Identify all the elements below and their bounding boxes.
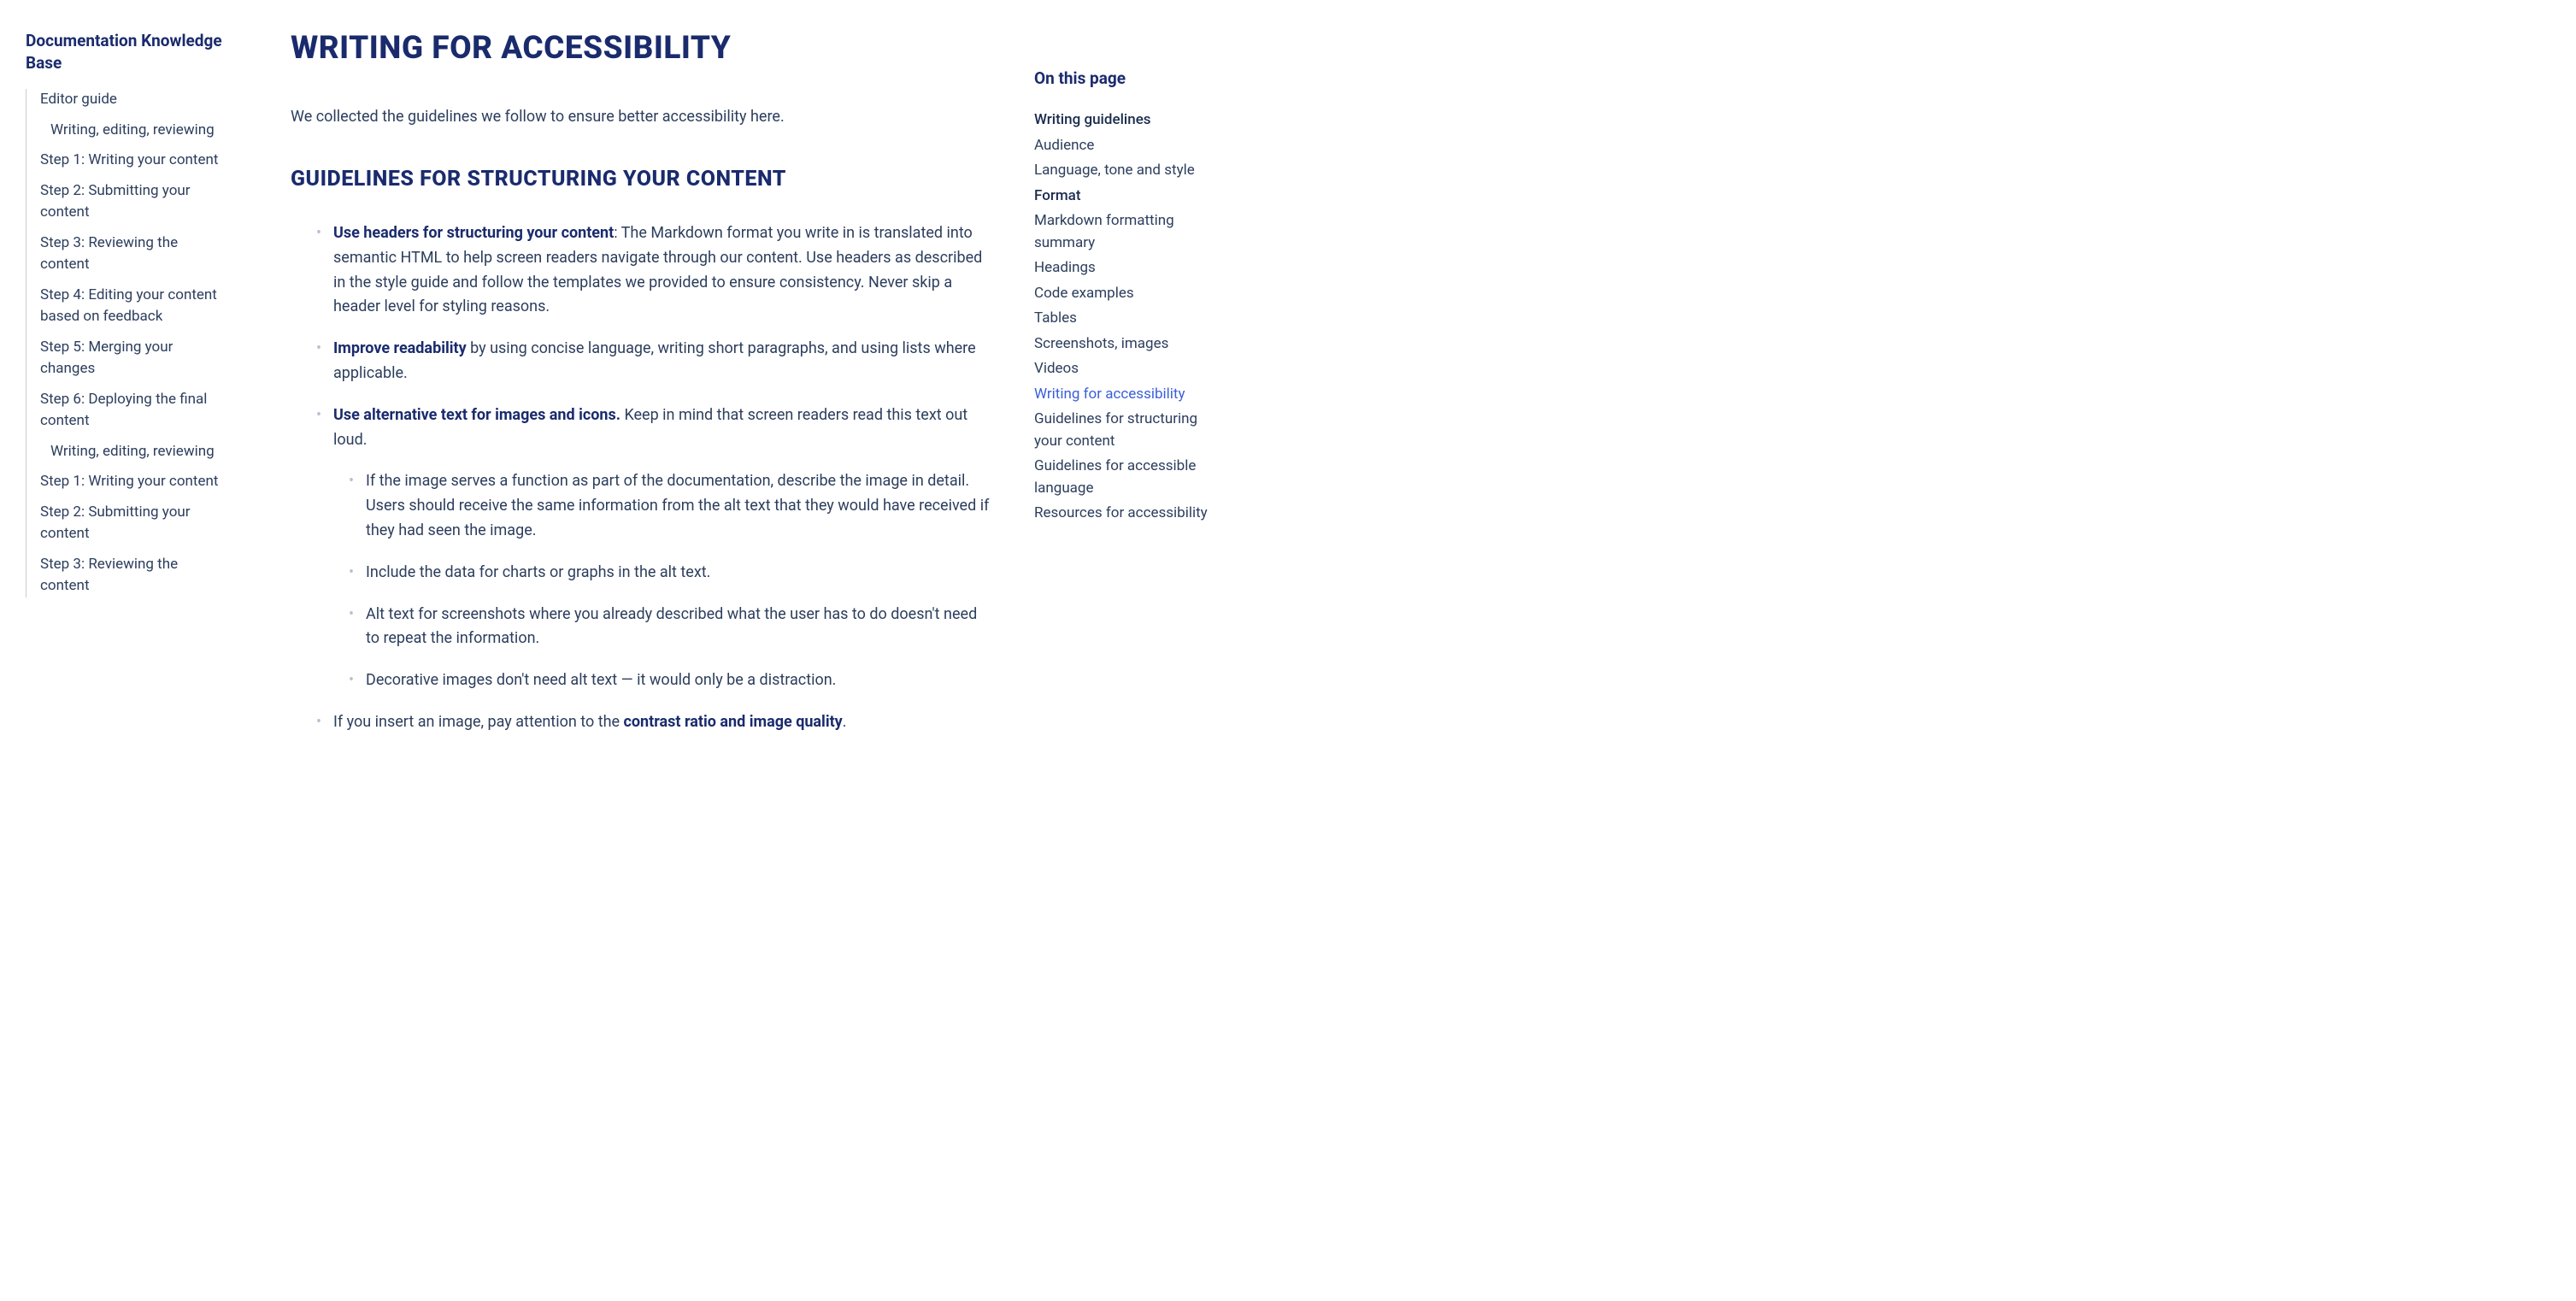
nav-item[interactable]: Step 2: Submitting your content [40,502,222,545]
nav-item[interactable]: Step 5: Merging your changes [40,337,222,380]
main-content: WRITING FOR ACCESSIBILITY We collected t… [239,0,1026,1301]
toc-item[interactable]: Format [1034,185,1222,208]
toc-item[interactable]: Code examples [1034,283,1222,305]
toc-list: Writing guidelines Audience Language, to… [1034,109,1222,525]
toc-title: On this page [1034,68,1222,88]
toc-item-active[interactable]: Writing for accessibility [1034,384,1222,406]
toc-item[interactable]: Videos [1034,358,1222,380]
toc-item[interactable]: Writing guidelines [1034,109,1222,132]
list-item: Use alternative text for images and icon… [316,403,991,693]
list-item: Use headers for structuring your content… [316,221,991,320]
list-item-text: If you insert an image, pay attention to… [333,713,624,731]
sub-list-item: If the image serves a function as part o… [349,469,991,543]
toc-item[interactable]: Screenshots, images [1034,333,1222,356]
list-item-bold: Use headers for structuring your content [333,224,614,242]
toc-item[interactable]: Guidelines for accessible language [1034,456,1222,499]
guideline-list: Use headers for structuring your content… [291,221,991,735]
page-title: WRITING FOR ACCESSIBILITY [291,30,991,67]
nav-item[interactable]: Step 1: Writing your content [40,471,222,493]
sub-list: If the image serves a function as part o… [333,469,991,693]
nav-item[interactable]: Writing, editing, reviewing [40,441,222,463]
toc-item[interactable]: Headings [1034,257,1222,280]
nav-item[interactable]: Step 3: Reviewing the content [40,233,222,276]
list-item-bold: contrast ratio and image quality [624,713,843,731]
sub-list-item: Include the data for charts or graphs in… [349,561,991,586]
nav-item[interactable]: Writing, editing, reviewing [40,120,222,142]
sidebar-title: Documentation Knowledge Base [26,30,222,74]
toc-item[interactable]: Guidelines for structuring your content [1034,409,1222,452]
sub-list-item: Decorative images don't need alt text — … [349,668,991,693]
toc-item[interactable]: Audience [1034,135,1222,157]
left-sidebar: Documentation Knowledge Base Editor guid… [0,0,239,1301]
nav-item[interactable]: Step 2: Submitting your content [40,180,222,224]
right-sidebar: On this page Writing guidelines Audience… [1026,0,1248,1301]
sub-list-item: Alt text for screenshots where you alrea… [349,603,991,652]
list-item-bold: Improve readability [333,339,467,357]
list-item-bold: Use alternative text for images and icon… [333,406,620,424]
nav-item[interactable]: Step 3: Reviewing the content [40,554,222,598]
section-heading: GUIDELINES FOR STRUCTURING YOUR CONTENT [291,167,991,191]
list-item: Improve readability by using concise lan… [316,337,991,386]
toc-item[interactable]: Resources for accessibility [1034,503,1222,525]
list-item: If you insert an image, pay attention to… [316,710,991,735]
nav-list: Editor guide Writing, editing, reviewing… [26,89,222,598]
nav-item[interactable]: Editor guide [40,89,222,111]
nav-item[interactable]: Step 4: Editing your content based on fe… [40,285,222,328]
nav-item[interactable]: Step 1: Writing your content [40,150,222,172]
intro-text: We collected the guidelines we follow to… [291,105,991,128]
list-item-end: . [843,713,847,731]
toc-item[interactable]: Language, tone and style [1034,160,1222,182]
nav-item[interactable]: Step 6: Deploying the final content [40,389,222,433]
toc-item[interactable]: Tables [1034,308,1222,330]
toc-item[interactable]: Markdown formatting summary [1034,210,1222,254]
